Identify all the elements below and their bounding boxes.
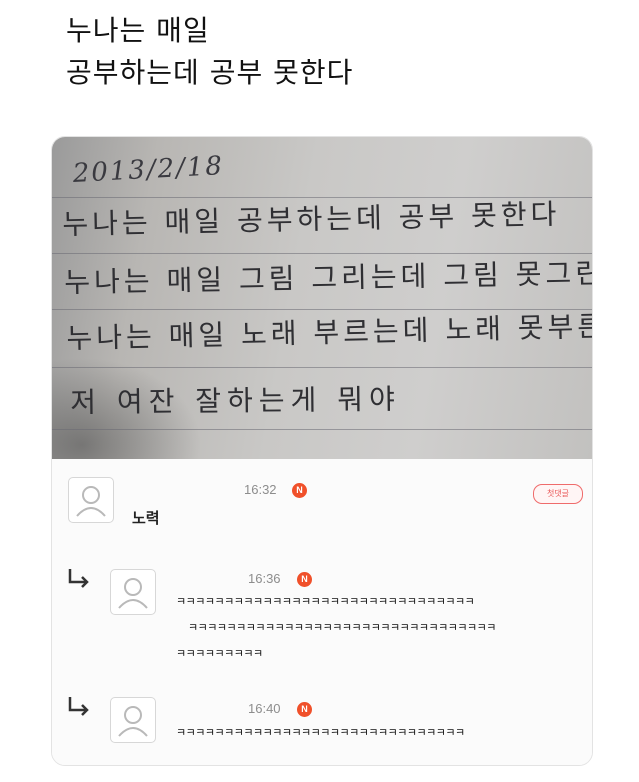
tweet-text: 누나는 매일 공부하는데 공부 못한다 [66,10,353,94]
reply-text-line: ㅋㅋㅋㅋㅋㅋㅋㅋㅋ [176,647,263,660]
default-profile-icon[interactable] [110,569,156,615]
default-profile-icon[interactable] [110,697,156,743]
handwritten-line-3: 누나는 매일 노래 부르는데 노래 못부른다 [66,309,592,355]
reply-item: 16:36 N ㅋㅋㅋㅋㅋㅋㅋㅋㅋㅋㅋㅋㅋㅋㅋㅋㅋㅋㅋㅋㅋㅋㅋㅋㅋㅋㅋㅋㅋㅋㅋ … [52,545,592,674]
reply-text-line: ㅋㅋㅋㅋㅋㅋㅋㅋㅋㅋㅋㅋㅋㅋㅋㅋㅋㅋㅋㅋㅋㅋㅋㅋㅋㅋㅋㅋㅋㅋㅋ [176,595,475,608]
notebook-photo: 2013/2/18 누나는 매일 공부하는데 공부 못한다 누나는 매일 그림 … [52,137,592,459]
handwritten-line-4: 저 여잔 잘하는게 뭐야 [70,382,401,419]
default-profile-icon[interactable] [68,477,114,523]
attached-image-card[interactable]: 2013/2/18 누나는 매일 공부하는데 공부 못한다 누나는 매일 그림 … [51,136,593,766]
comment-timestamp: 16:32 [244,482,277,497]
notebook-rule [52,429,592,430]
tweet-text-line-1: 누나는 매일 [66,14,210,47]
reply-arrow-icon [68,569,89,588]
reply-item: 16:40 N ㅋㅋㅋㅋㅋㅋㅋㅋㅋㅋㅋㅋㅋㅋㅋㅋㅋㅋㅋㅋㅋㅋㅋㅋㅋㅋㅋㅋㅋㅋ [52,673,592,765]
new-badge: N [297,702,312,717]
handwritten-line-2: 누나는 매일 그림 그리는데 그림 못그린다 [64,256,592,299]
first-comment-badge: 첫댓글 [533,484,583,504]
reply-text-line: ㅋㅋㅋㅋㅋㅋㅋㅋㅋㅋㅋㅋㅋㅋㅋㅋㅋㅋㅋㅋㅋㅋㅋㅋㅋㅋㅋㅋㅋㅋ [176,726,465,739]
comment-author[interactable]: 노력 [132,507,160,528]
new-badge: N [297,572,312,587]
comment-item: 16:32 N 첫댓글 노력 [52,459,592,546]
reply-timestamp: 16:40 [248,701,281,716]
reply-timestamp: 16:36 [248,571,281,586]
reply-text-line: ㅋㅋㅋㅋㅋㅋㅋㅋㅋㅋㅋㅋㅋㅋㅋㅋㅋㅋㅋㅋㅋㅋㅋㅋㅋㅋㅋㅋㅋㅋㅋㅋ [188,621,496,634]
notebook-rule [52,367,592,368]
handwritten-line-1: 누나는 매일 공부하는데 공부 못한다 [62,197,561,241]
handwritten-date: 2013/2/18 [72,151,225,189]
new-badge: N [292,483,307,498]
reply-arrow-icon [68,697,89,716]
tweet-text-line-2: 공부하는데 공부 못한다 [66,56,354,89]
